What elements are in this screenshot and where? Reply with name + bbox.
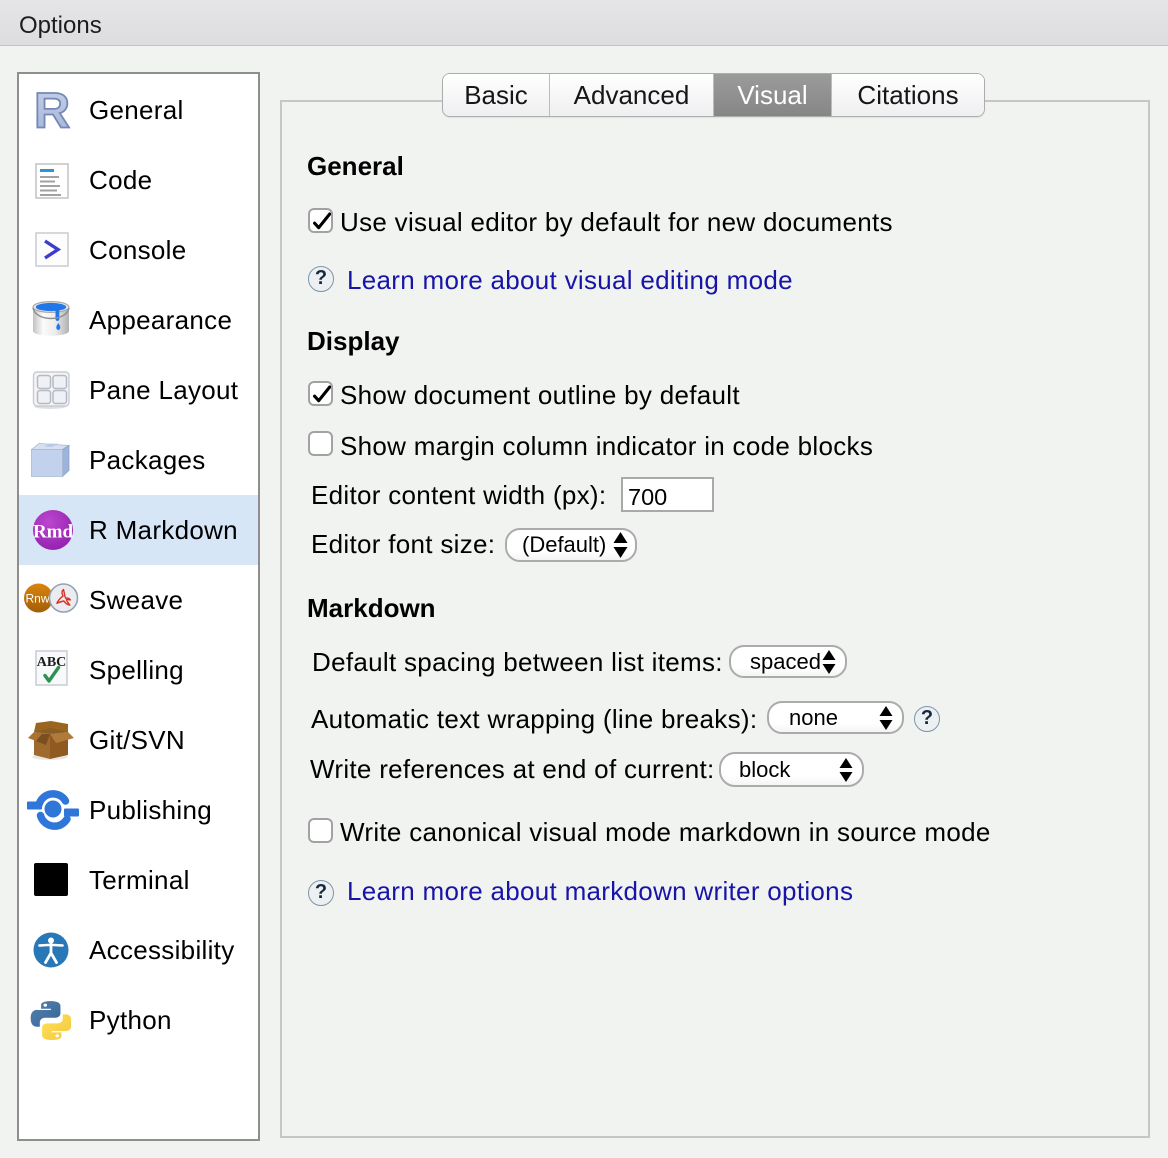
svg-text:ABC: ABC xyxy=(37,655,67,670)
svg-text:Rnw: Rnw xyxy=(25,591,49,605)
svg-text:Rmd: Rmd xyxy=(33,521,74,542)
svg-text:R: R xyxy=(34,88,70,132)
